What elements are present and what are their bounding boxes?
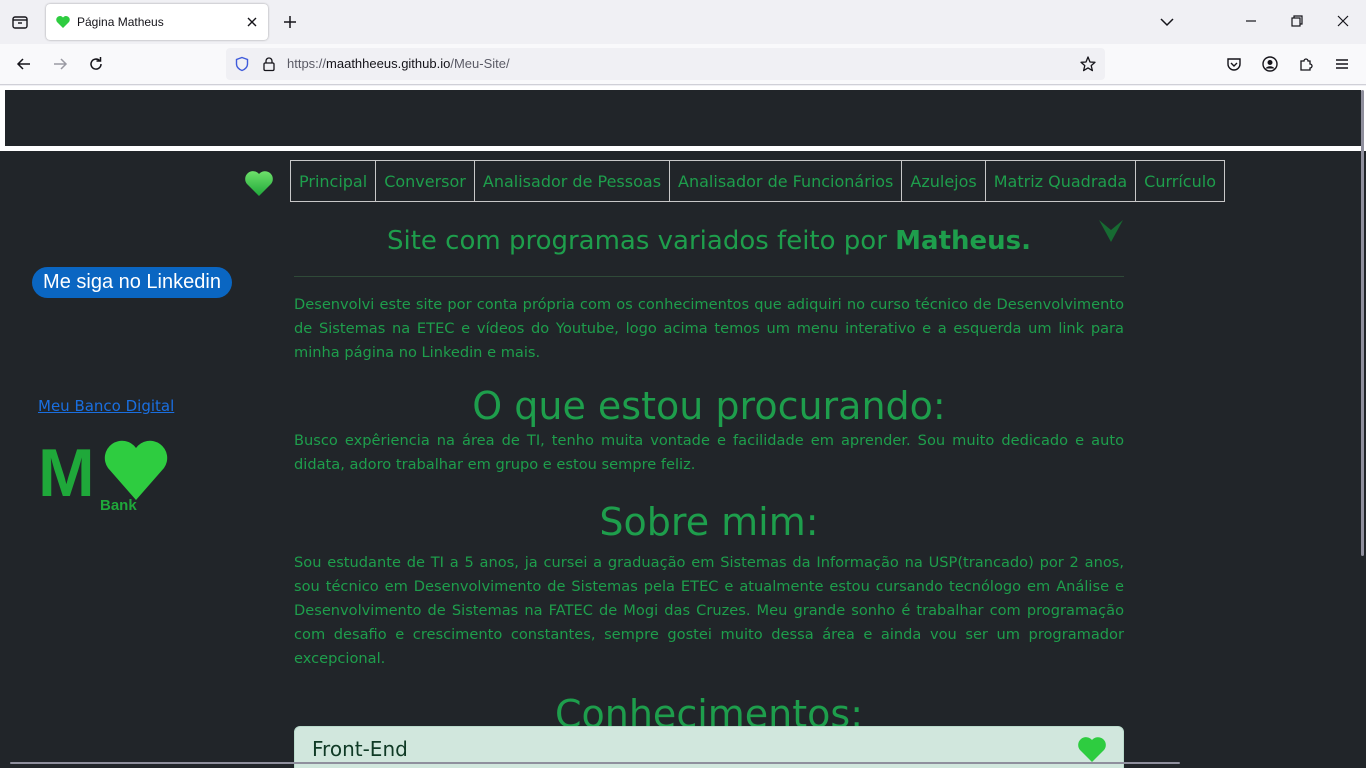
vertical-scrollbar[interactable] [1361, 90, 1364, 556]
browser-tab-bar: Página Matheus [0, 0, 1366, 44]
section-title-sobre: Sobre mim: [599, 500, 819, 544]
site-title: Site com programas variados feito por Ma… [386, 226, 1032, 256]
url-bar[interactable]: https://maathheeus.github.io/Meu-Site/ [226, 48, 1105, 80]
menu-icon[interactable] [1333, 55, 1351, 73]
account-icon[interactable] [1261, 55, 1279, 73]
divider [294, 276, 1124, 277]
shield-icon[interactable] [234, 56, 250, 72]
intro-text: Desenvolvi este site por conta própria c… [294, 296, 1124, 361]
author-name: Matheus. [895, 226, 1032, 256]
section-title-procurando: O que estou procurando: [472, 384, 946, 428]
star-icon[interactable] [1079, 55, 1097, 73]
svg-text:Bank: Bank [100, 497, 137, 512]
window-close-icon[interactable] [1334, 12, 1352, 30]
heart-icon [1078, 737, 1106, 762]
menu-item-principal[interactable]: Principal [290, 160, 377, 202]
main-content: Site com programas variados feito por Ma… [294, 220, 1124, 737]
menu-item-analisador-pessoas[interactable]: Analisador de Pessoas [473, 160, 671, 202]
svg-text:M: M [38, 438, 95, 511]
back-icon[interactable] [15, 55, 33, 73]
menu-item-matriz-quadrada[interactable]: Matriz Quadrada [984, 160, 1137, 202]
page-header-bar [5, 90, 1361, 146]
bank-link[interactable]: Meu Banco Digital [38, 397, 174, 415]
accordion-title: Front-End [312, 737, 408, 761]
minimize-icon[interactable] [1242, 12, 1260, 30]
menu-item-azulejos[interactable]: Azulejos [901, 160, 986, 202]
tab-title: Página Matheus [77, 15, 164, 29]
url-text[interactable]: https://maathheeus.github.io/Meu-Site/ [287, 56, 510, 71]
menu-item-conversor[interactable]: Conversor [375, 160, 475, 202]
horizontal-scrollbar[interactable] [10, 762, 1180, 764]
browser-tab-active[interactable]: Página Matheus [46, 4, 268, 40]
menu-item-analisador-funcionarios[interactable]: Analisador de Funcionários [669, 160, 903, 202]
menu-item-curriculo[interactable]: Currículo [1135, 160, 1225, 202]
procurando-text: Busco expêriencia na área de TI, tenho m… [294, 432, 1124, 473]
close-icon[interactable] [244, 14, 260, 30]
restore-icon[interactable] [1288, 12, 1306, 30]
bank-logo[interactable]: M Bank [38, 438, 172, 512]
forward-icon[interactable] [51, 55, 69, 73]
pocket-icon[interactable] [1225, 55, 1243, 73]
heart-favicon-icon [56, 16, 70, 28]
page-viewport: Principal Conversor Analisador de Pessoa… [0, 86, 1366, 768]
lock-icon[interactable] [261, 56, 277, 72]
sobre-text: Sou estudante de TI a 5 anos, ja cursei … [294, 554, 1124, 667]
heart-icon [245, 171, 273, 196]
reload-icon[interactable] [87, 55, 105, 73]
plus-icon[interactable] [280, 12, 300, 32]
chevron-down-icon[interactable] [1158, 13, 1176, 31]
browser-nav-bar: https://maathheeus.github.io/Meu-Site/ [0, 44, 1366, 85]
extensions-icon[interactable] [1297, 55, 1315, 73]
tab-list-icon[interactable] [8, 10, 32, 34]
main-menu: Principal Conversor Analisador de Pessoa… [290, 160, 1225, 202]
linkedin-button[interactable]: Me siga no Linkedin [32, 267, 232, 298]
